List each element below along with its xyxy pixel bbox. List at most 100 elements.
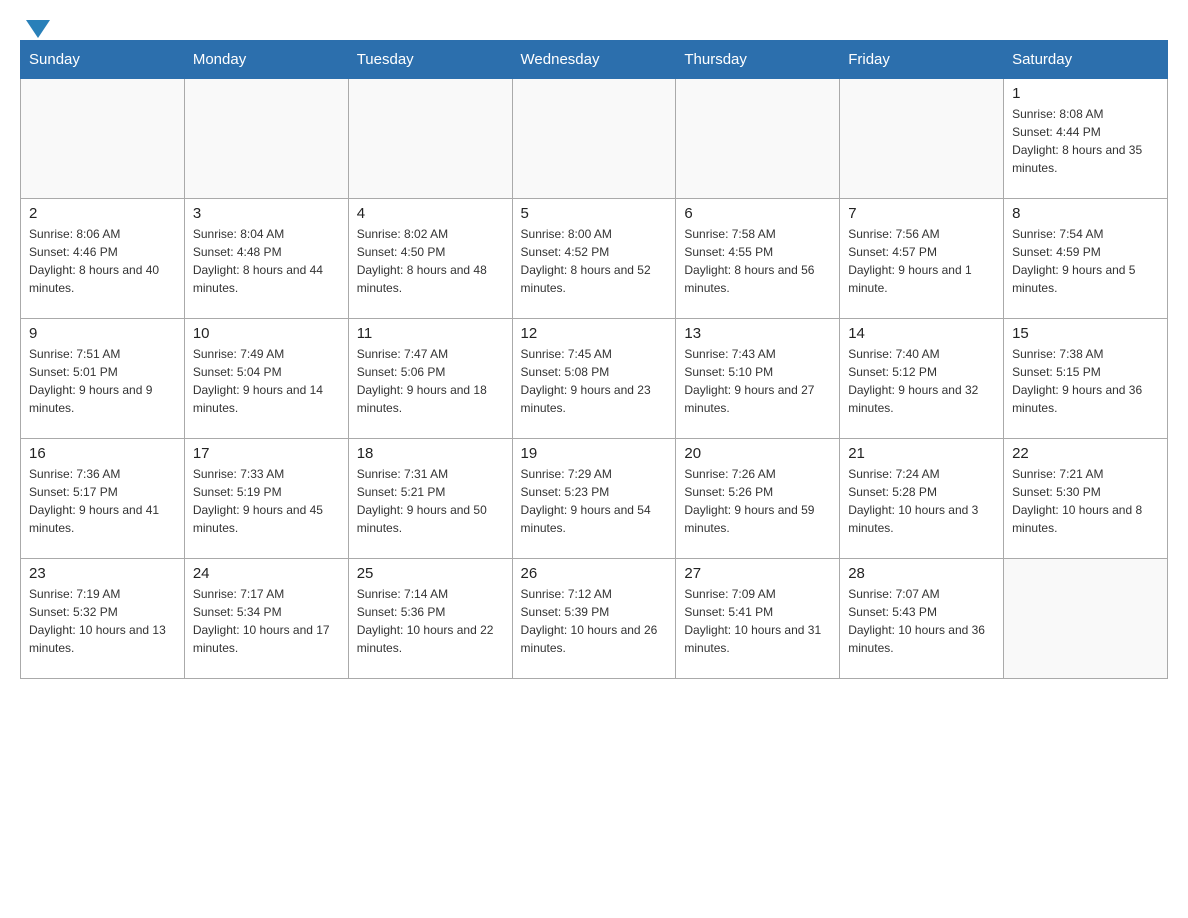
day-number: 14 bbox=[848, 325, 995, 342]
day-cell: 17 Sunrise: 7:33 AMSunset: 5:19 PMDayligh… bbox=[184, 439, 348, 559]
day-number: 23 bbox=[29, 565, 176, 582]
calendar-table: SundayMondayTuesdayWednesdayThursdayFrid… bbox=[20, 40, 1168, 679]
day-cell bbox=[676, 79, 840, 199]
day-number: 11 bbox=[357, 325, 504, 342]
week-row-5: 23 Sunrise: 7:19 AMSunset: 5:32 PMDayligh… bbox=[21, 559, 1168, 679]
day-info: Sunrise: 8:04 AMSunset: 4:48 PMDaylight:… bbox=[193, 225, 340, 297]
day-cell: 19 Sunrise: 7:29 AMSunset: 5:23 PMDayligh… bbox=[512, 439, 676, 559]
day-info: Sunrise: 7:14 AMSunset: 5:36 PMDaylight:… bbox=[357, 585, 504, 657]
day-cell: 27 Sunrise: 7:09 AMSunset: 5:41 PMDayligh… bbox=[676, 559, 840, 679]
day-number: 22 bbox=[1012, 445, 1159, 462]
day-number: 1 bbox=[1012, 85, 1159, 102]
day-cell bbox=[840, 79, 1004, 199]
day-info: Sunrise: 7:12 AMSunset: 5:39 PMDaylight:… bbox=[521, 585, 668, 657]
day-cell: 25 Sunrise: 7:14 AMSunset: 5:36 PMDayligh… bbox=[348, 559, 512, 679]
day-info: Sunrise: 7:26 AMSunset: 5:26 PMDaylight:… bbox=[684, 465, 831, 537]
day-info: Sunrise: 7:58 AMSunset: 4:55 PMDaylight:… bbox=[684, 225, 831, 297]
day-number: 25 bbox=[357, 565, 504, 582]
logo-triangle-icon bbox=[26, 20, 50, 38]
day-number: 2 bbox=[29, 205, 176, 222]
day-number: 7 bbox=[848, 205, 995, 222]
day-info: Sunrise: 7:47 AMSunset: 5:06 PMDaylight:… bbox=[357, 345, 504, 417]
day-info: Sunrise: 8:02 AMSunset: 4:50 PMDaylight:… bbox=[357, 225, 504, 297]
day-info: Sunrise: 7:33 AMSunset: 5:19 PMDaylight:… bbox=[193, 465, 340, 537]
day-info: Sunrise: 7:51 AMSunset: 5:01 PMDaylight:… bbox=[29, 345, 176, 417]
day-cell: 9 Sunrise: 7:51 AMSunset: 5:01 PMDaylight… bbox=[21, 319, 185, 439]
day-cell: 23 Sunrise: 7:19 AMSunset: 5:32 PMDayligh… bbox=[21, 559, 185, 679]
day-number: 4 bbox=[357, 205, 504, 222]
week-row-3: 9 Sunrise: 7:51 AMSunset: 5:01 PMDaylight… bbox=[21, 319, 1168, 439]
day-number: 15 bbox=[1012, 325, 1159, 342]
weekday-header-tuesday: Tuesday bbox=[348, 41, 512, 79]
day-info: Sunrise: 8:06 AMSunset: 4:46 PMDaylight:… bbox=[29, 225, 176, 297]
day-info: Sunrise: 7:49 AMSunset: 5:04 PMDaylight:… bbox=[193, 345, 340, 417]
day-number: 12 bbox=[521, 325, 668, 342]
day-info: Sunrise: 7:56 AMSunset: 4:57 PMDaylight:… bbox=[848, 225, 995, 297]
day-info: Sunrise: 7:09 AMSunset: 5:41 PMDaylight:… bbox=[684, 585, 831, 657]
day-cell: 24 Sunrise: 7:17 AMSunset: 5:34 PMDayligh… bbox=[184, 559, 348, 679]
day-cell bbox=[512, 79, 676, 199]
day-cell: 6 Sunrise: 7:58 AMSunset: 4:55 PMDaylight… bbox=[676, 199, 840, 319]
day-info: Sunrise: 8:08 AMSunset: 4:44 PMDaylight:… bbox=[1012, 105, 1159, 177]
day-number: 16 bbox=[29, 445, 176, 462]
weekday-header-saturday: Saturday bbox=[1004, 41, 1168, 79]
day-number: 6 bbox=[684, 205, 831, 222]
day-number: 13 bbox=[684, 325, 831, 342]
day-number: 27 bbox=[684, 565, 831, 582]
day-cell: 12 Sunrise: 7:45 AMSunset: 5:08 PMDayligh… bbox=[512, 319, 676, 439]
day-info: Sunrise: 7:43 AMSunset: 5:10 PMDaylight:… bbox=[684, 345, 831, 417]
day-number: 28 bbox=[848, 565, 995, 582]
day-number: 20 bbox=[684, 445, 831, 462]
day-number: 24 bbox=[193, 565, 340, 582]
day-info: Sunrise: 7:29 AMSunset: 5:23 PMDaylight:… bbox=[521, 465, 668, 537]
day-info: Sunrise: 7:31 AMSunset: 5:21 PMDaylight:… bbox=[357, 465, 504, 537]
day-number: 18 bbox=[357, 445, 504, 462]
day-number: 3 bbox=[193, 205, 340, 222]
day-number: 8 bbox=[1012, 205, 1159, 222]
day-cell: 16 Sunrise: 7:36 AMSunset: 5:17 PMDayligh… bbox=[21, 439, 185, 559]
day-cell: 11 Sunrise: 7:47 AMSunset: 5:06 PMDayligh… bbox=[348, 319, 512, 439]
day-cell: 3 Sunrise: 8:04 AMSunset: 4:48 PMDaylight… bbox=[184, 199, 348, 319]
day-info: Sunrise: 7:17 AMSunset: 5:34 PMDaylight:… bbox=[193, 585, 340, 657]
day-info: Sunrise: 7:38 AMSunset: 5:15 PMDaylight:… bbox=[1012, 345, 1159, 417]
day-cell: 18 Sunrise: 7:31 AMSunset: 5:21 PMDayligh… bbox=[348, 439, 512, 559]
day-info: Sunrise: 7:45 AMSunset: 5:08 PMDaylight:… bbox=[521, 345, 668, 417]
day-cell: 14Sunrise: 7:40 AMSunset: 5:12 PMDayligh… bbox=[840, 319, 1004, 439]
day-cell: 28 Sunrise: 7:07 AMSunset: 5:43 PMDayligh… bbox=[840, 559, 1004, 679]
weekday-header-thursday: Thursday bbox=[676, 41, 840, 79]
day-info: Sunrise: 7:19 AMSunset: 5:32 PMDaylight:… bbox=[29, 585, 176, 657]
day-info: Sunrise: 7:36 AMSunset: 5:17 PMDaylight:… bbox=[29, 465, 176, 537]
day-number: 10 bbox=[193, 325, 340, 342]
day-cell: 20 Sunrise: 7:26 AMSunset: 5:26 PMDayligh… bbox=[676, 439, 840, 559]
day-cell bbox=[21, 79, 185, 199]
weekday-header-sunday: Sunday bbox=[21, 41, 185, 79]
week-row-2: 2 Sunrise: 8:06 AMSunset: 4:46 PMDaylight… bbox=[21, 199, 1168, 319]
day-cell: 15 Sunrise: 7:38 AMSunset: 5:15 PMDayligh… bbox=[1004, 319, 1168, 439]
day-cell: 13 Sunrise: 7:43 AMSunset: 5:10 PMDayligh… bbox=[676, 319, 840, 439]
day-number: 5 bbox=[521, 205, 668, 222]
day-number: 17 bbox=[193, 445, 340, 462]
weekday-header-row: SundayMondayTuesdayWednesdayThursdayFrid… bbox=[21, 41, 1168, 79]
weekday-header-friday: Friday bbox=[840, 41, 1004, 79]
week-row-1: 1 Sunrise: 8:08 AMSunset: 4:44 PMDaylight… bbox=[21, 79, 1168, 199]
day-cell bbox=[348, 79, 512, 199]
day-cell: 7 Sunrise: 7:56 AMSunset: 4:57 PMDaylight… bbox=[840, 199, 1004, 319]
day-info: Sunrise: 7:21 AMSunset: 5:30 PMDaylight:… bbox=[1012, 465, 1159, 537]
week-row-4: 16 Sunrise: 7:36 AMSunset: 5:17 PMDayligh… bbox=[21, 439, 1168, 559]
day-cell: 26 Sunrise: 7:12 AMSunset: 5:39 PMDayligh… bbox=[512, 559, 676, 679]
day-number: 21 bbox=[848, 445, 995, 462]
day-info: Sunrise: 7:24 AMSunset: 5:28 PMDaylight:… bbox=[848, 465, 995, 537]
day-cell: 10 Sunrise: 7:49 AMSunset: 5:04 PMDayligh… bbox=[184, 319, 348, 439]
day-cell bbox=[184, 79, 348, 199]
day-number: 26 bbox=[521, 565, 668, 582]
day-cell bbox=[1004, 559, 1168, 679]
day-number: 19 bbox=[521, 445, 668, 462]
day-cell: 22 Sunrise: 7:21 AMSunset: 5:30 PMDayligh… bbox=[1004, 439, 1168, 559]
day-cell: 4 Sunrise: 8:02 AMSunset: 4:50 PMDaylight… bbox=[348, 199, 512, 319]
day-info: Sunrise: 8:00 AMSunset: 4:52 PMDaylight:… bbox=[521, 225, 668, 297]
day-number: 9 bbox=[29, 325, 176, 342]
day-info: Sunrise: 7:07 AMSunset: 5:43 PMDaylight:… bbox=[848, 585, 995, 657]
weekday-header-monday: Monday bbox=[184, 41, 348, 79]
day-cell: 2 Sunrise: 8:06 AMSunset: 4:46 PMDaylight… bbox=[21, 199, 185, 319]
day-cell: 5 Sunrise: 8:00 AMSunset: 4:52 PMDaylight… bbox=[512, 199, 676, 319]
